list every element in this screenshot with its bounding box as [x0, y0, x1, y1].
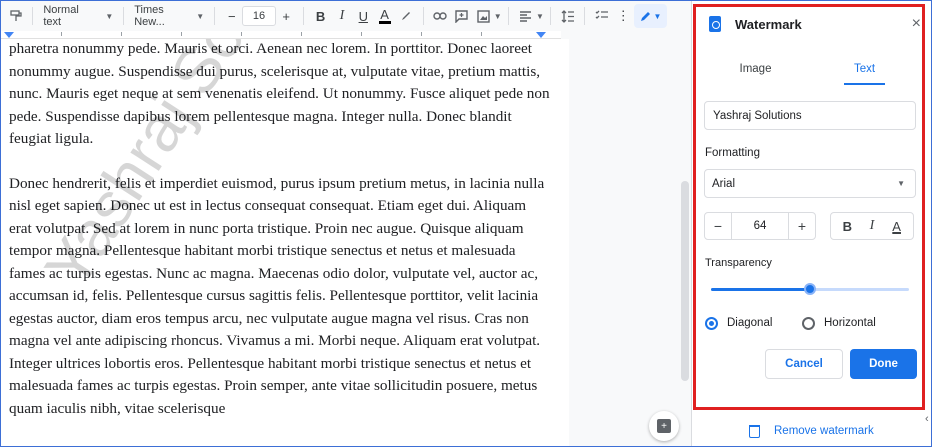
font-label: Times New... — [134, 4, 165, 28]
line-spacing-icon[interactable] — [557, 5, 578, 27]
explore-icon: + — [657, 419, 671, 433]
tab-text[interactable]: Text — [810, 59, 919, 85]
checklist-icon[interactable] — [591, 5, 612, 27]
trash-icon — [749, 424, 760, 438]
style-dropdown[interactable]: Normal text ▼ — [39, 4, 117, 28]
underline-button[interactable]: U — [353, 5, 374, 27]
image-icon[interactable] — [472, 5, 493, 27]
watermark-doc-icon — [709, 16, 721, 32]
remove-watermark-label: Remove watermark — [774, 425, 874, 437]
bold-button[interactable]: B — [310, 5, 331, 27]
divider — [32, 7, 34, 25]
transparency-slider-fill — [711, 288, 810, 291]
cancel-button[interactable]: Cancel — [765, 349, 843, 379]
increase-size-button[interactable]: + — [276, 5, 297, 27]
scrollbar-thumb[interactable] — [681, 181, 689, 381]
toolbar: Normal text ▼ Times New... ▼ − 16 + B I … — [1, 1, 691, 31]
paragraph: Donec hendrerit, felis et imperdiet euis… — [9, 174, 545, 417]
text-color-letter: A — [380, 6, 389, 22]
align-left-icon[interactable] — [515, 5, 536, 27]
comment-icon[interactable] — [451, 5, 472, 27]
radio-diagonal-label[interactable]: Diagonal — [727, 317, 797, 329]
chevron-down-icon: ▼ — [196, 11, 205, 21]
chevron-down-icon[interactable]: ▼ — [494, 12, 502, 21]
radio-horizontal-label[interactable]: Horizontal — [824, 317, 876, 329]
font-dropdown[interactable]: Times New... ▼ — [130, 4, 208, 28]
highlight-pen-icon[interactable] — [395, 5, 416, 27]
ruler-tick — [481, 32, 482, 36]
tab-image[interactable]: Image — [701, 59, 810, 85]
close-icon[interactable]: × — [912, 15, 921, 33]
divider — [302, 7, 304, 25]
transparency-slider-handle[interactable] — [804, 283, 816, 295]
text-style-group: B I A — [830, 212, 914, 240]
panel-header: Watermark × — [709, 13, 921, 35]
app-window: Normal text ▼ Times New... ▼ − 16 + B I … — [0, 0, 932, 447]
divider — [422, 7, 424, 25]
chevron-down-icon: ▼ — [105, 11, 114, 21]
paragraph: pharetra nonummy pede. Mauris et orci. A… — [9, 40, 550, 147]
link-icon[interactable] — [430, 5, 451, 27]
watermark-bold-button[interactable]: B — [836, 219, 858, 234]
transparency-label: Transparency — [705, 257, 772, 269]
ruler-tick — [241, 32, 242, 36]
ruler-tick — [121, 32, 122, 36]
done-button[interactable]: Done — [850, 349, 917, 379]
orientation-group: Diagonal Horizontal — [705, 314, 915, 332]
radio-diagonal[interactable] — [705, 316, 718, 330]
chevron-down-icon: ▼ — [897, 179, 905, 188]
indent-marker-right[interactable] — [536, 32, 546, 38]
watermark-tabs: Image Text — [701, 59, 919, 85]
divider — [214, 7, 216, 25]
size-stepper: − 64 + — [704, 212, 816, 240]
style-label: Normal text — [43, 4, 79, 28]
transparency-slider[interactable] — [711, 283, 909, 295]
panel-title: Watermark — [735, 16, 802, 32]
paint-format-icon[interactable] — [5, 5, 26, 27]
divider — [584, 7, 586, 25]
divider — [549, 7, 551, 25]
text-color-bar — [378, 20, 391, 24]
chevron-down-icon: ▼ — [653, 11, 662, 21]
watermark-text-input[interactable]: Yashraj Solutions — [704, 101, 916, 130]
ruler-tick — [61, 32, 62, 36]
editing-mode-button[interactable]: ▼ — [633, 4, 667, 28]
watermark-italic-button[interactable]: I — [861, 218, 883, 234]
radio-horizontal[interactable] — [802, 316, 815, 330]
text-color-button[interactable]: A — [374, 5, 395, 27]
italic-button[interactable]: I — [331, 5, 352, 27]
indent-marker-left[interactable] — [4, 32, 14, 38]
font-size-input[interactable]: 16 — [242, 6, 276, 26]
divider — [507, 7, 509, 25]
ruler-tick — [301, 32, 302, 36]
explore-button[interactable]: + — [649, 411, 679, 441]
divider — [123, 7, 125, 25]
chevron-down-icon[interactable]: ▼ — [536, 12, 544, 21]
document-page[interactable]: pharetra nonummy pede. Mauris et orci. A… — [1, 39, 569, 446]
remove-watermark-button[interactable]: Remove watermark — [749, 422, 874, 440]
page-margin — [569, 39, 691, 446]
font-select[interactable]: Arial ▼ — [704, 169, 916, 198]
watermark-color-button[interactable]: A — [886, 219, 908, 234]
size-decrease-button[interactable]: − — [705, 213, 731, 239]
formatting-label: Formatting — [705, 147, 760, 159]
size-increase-button[interactable]: + — [789, 213, 815, 239]
ruler-tick — [181, 32, 182, 36]
font-select-value: Arial — [712, 178, 736, 190]
ruler-tick — [361, 32, 362, 36]
ruler-tick — [421, 32, 422, 36]
decrease-size-button[interactable]: − — [221, 5, 242, 27]
ruler[interactable] — [1, 31, 561, 39]
size-value[interactable]: 64 — [731, 213, 789, 239]
more-options-icon[interactable]: ⋮ — [613, 5, 634, 27]
pencil-icon — [640, 11, 650, 21]
chevron-left-icon[interactable]: ‹ — [925, 413, 931, 435]
